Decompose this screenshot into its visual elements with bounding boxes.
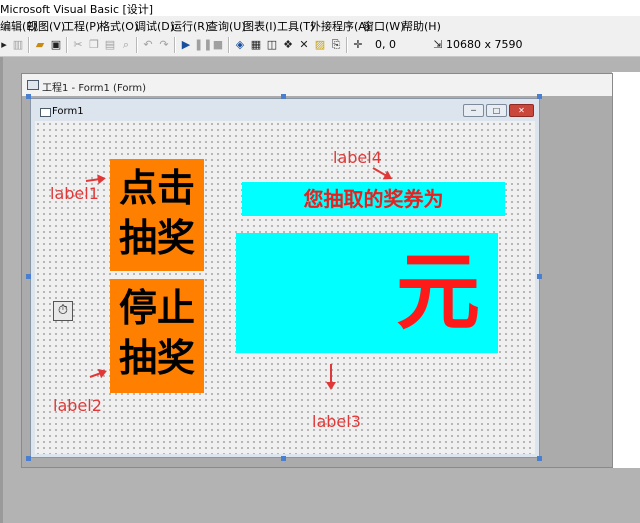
toolbox-icon[interactable]: ✕	[296, 37, 312, 53]
label4-caption[interactable]: 您抽取的奖券为	[242, 182, 505, 216]
button-text-line: 抽奖	[118, 216, 195, 260]
window-title-bar: Microsoft Visual Basic [设计]	[0, 0, 640, 16]
annotation-label2: label2	[53, 396, 102, 415]
properties-window-icon[interactable]: ▦	[248, 37, 264, 53]
end-icon[interactable]: ■	[210, 37, 226, 53]
toolbar-separator	[28, 37, 30, 53]
side-panel	[612, 72, 640, 468]
start-icon[interactable]: ▶	[178, 37, 194, 53]
designer-title: 工程1 - Form1 (Form)	[42, 83, 147, 94]
resize-handle[interactable]	[26, 456, 31, 461]
workspace-edge	[0, 57, 3, 523]
resize-handle[interactable]	[537, 274, 542, 279]
form-title: Form1	[52, 106, 84, 117]
project-explorer-icon[interactable]: ◈	[232, 37, 248, 53]
save-icon[interactable]: ▣	[48, 37, 64, 53]
size-readout: 10680 x 7590	[446, 38, 523, 51]
timer-icon[interactable]: ⏱	[53, 301, 73, 321]
start-draw-button[interactable]: 点击 抽奖	[110, 159, 204, 271]
add-form-icon[interactable]: ▥	[10, 37, 26, 53]
window-title: Microsoft Visual Basic [设计]	[0, 3, 154, 16]
menu-project[interactable]: 工程(P)	[63, 18, 100, 34]
annotation-label3: label3	[312, 412, 361, 431]
resize-handle[interactable]	[26, 274, 31, 279]
form-layout-icon[interactable]: ◫	[264, 37, 280, 53]
yuan-text: 元	[395, 243, 480, 341]
toolbar-separator	[66, 37, 68, 53]
menu-debug[interactable]: 调试(D)	[135, 18, 174, 34]
menu-diagram[interactable]: 图表(I)	[243, 18, 277, 34]
designer-title-bar[interactable]: 工程1 - Form1 (Form)	[22, 74, 612, 96]
toolbar-separator	[346, 37, 348, 53]
resize-handle[interactable]	[537, 94, 542, 99]
paste-icon[interactable]: ▤	[102, 37, 118, 53]
break-icon[interactable]: ❚❚	[194, 37, 212, 53]
form-icon	[40, 108, 51, 117]
position-readout: 0, 0	[375, 38, 396, 51]
stop-draw-button[interactable]: 停止 抽奖	[110, 279, 204, 393]
toolbar: ▸ ▥ ▰ ▣ ✂ ❐ ▤ ⌕ ↶ ↷ ▶ ❚❚ ■ ◈ ▦ ◫ ❖ ✕ ▨ ⎘…	[0, 34, 640, 57]
undo-icon[interactable]: ↶	[140, 37, 156, 53]
redo-icon[interactable]: ↷	[156, 37, 172, 53]
annotation-arrow	[330, 364, 332, 388]
resize-handle[interactable]	[537, 456, 542, 461]
menu-run[interactable]: 运行(R)	[171, 18, 209, 34]
resize-handle[interactable]	[281, 456, 286, 461]
button-text-line: 点击	[118, 166, 195, 210]
toolbar-separator	[228, 37, 230, 53]
menu-view[interactable]: 视图(V)	[27, 18, 65, 34]
minimize-icon[interactable]: ─	[463, 104, 484, 117]
annotation-label4: label4	[333, 148, 382, 167]
menu-tools[interactable]: 工具(T)	[277, 18, 314, 34]
close-icon[interactable]: ✕	[509, 104, 534, 117]
menu-query[interactable]: 查询(U)	[207, 18, 246, 34]
cut-icon[interactable]: ✂	[70, 37, 86, 53]
size-icon: ⇲	[433, 38, 443, 51]
menu-addins[interactable]: 外接程序(A)	[310, 18, 370, 34]
copy-icon[interactable]: ❐	[86, 37, 102, 53]
button-text-line: 抽奖	[118, 336, 195, 380]
component-manager-icon[interactable]: ⎘	[328, 37, 344, 53]
button-text-line: 停止	[118, 286, 195, 330]
menu-bar: 编辑(E) 视图(V) 工程(P) 格式(O) 调试(D) 运行(R) 查询(U…	[0, 16, 640, 35]
dropdown-arrow-icon[interactable]: ▸	[0, 37, 8, 53]
resize-handle[interactable]	[26, 94, 31, 99]
menu-format[interactable]: 格式(O)	[99, 18, 138, 34]
find-icon[interactable]: ⌕	[118, 37, 134, 53]
maximize-icon[interactable]: □	[486, 104, 507, 117]
toolbar-separator	[174, 37, 176, 53]
form-window-icon	[27, 80, 39, 90]
label3-result[interactable]: 元	[236, 233, 498, 353]
annotation-label1: label1	[50, 184, 99, 203]
menu-window[interactable]: 窗口(W)	[363, 18, 404, 34]
menu-help[interactable]: 帮助(H)	[402, 18, 441, 34]
object-browser-icon[interactable]: ❖	[280, 37, 296, 53]
open-folder-icon[interactable]: ▰	[32, 37, 48, 53]
position-icon: ✛	[353, 38, 363, 51]
toolbar-separator	[136, 37, 138, 53]
data-view-icon[interactable]: ▨	[312, 37, 328, 53]
resize-handle[interactable]	[281, 94, 286, 99]
